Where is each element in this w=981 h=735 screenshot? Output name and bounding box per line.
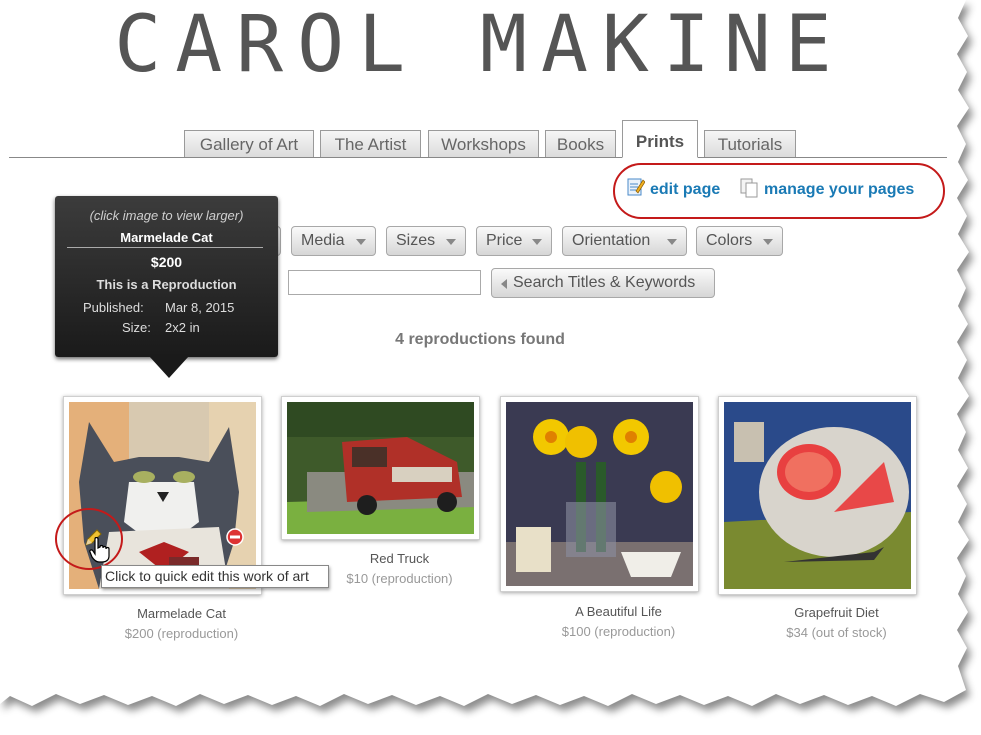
site-title: CAROL MAKINE bbox=[114, 0, 846, 90]
dropdown-arrow-icon bbox=[356, 239, 366, 245]
tooltip-pointer bbox=[149, 356, 189, 378]
search-titles-button[interactable]: Search Titles & Keywords bbox=[491, 268, 715, 298]
dropdown-arrow-icon bbox=[667, 239, 677, 245]
artwork-price-grapefruit-diet: $34 (out of stock) bbox=[786, 625, 887, 640]
quick-edit-tooltip: Click to quick edit this work of art bbox=[101, 565, 329, 588]
dropdown-arrow-icon bbox=[446, 239, 456, 245]
artwork-hover-tooltip: (click image to view larger) Marmelade C… bbox=[55, 196, 278, 378]
tooltip-price: $200 bbox=[150, 254, 183, 270]
arrow-left-icon bbox=[501, 279, 507, 289]
artwork-image-grapefruit-diet[interactable] bbox=[724, 402, 911, 589]
filter-sizes[interactable]: Sizes bbox=[386, 226, 466, 256]
artwork-a-beautiful-life[interactable] bbox=[500, 396, 699, 592]
remove-icon[interactable] bbox=[226, 528, 244, 546]
tooltip-size-value: 2x2 in bbox=[165, 320, 200, 335]
edit-page-icon[interactable] bbox=[627, 177, 645, 197]
tooltip-divider bbox=[67, 247, 263, 248]
artwork-red-truck[interactable] bbox=[281, 396, 480, 540]
artwork-grapefruit-diet[interactable] bbox=[718, 396, 917, 595]
artwork-title-marmelade-cat[interactable]: Marmelade Cat bbox=[63, 606, 300, 621]
tooltip-published-label: Published: bbox=[83, 300, 144, 315]
filter-media[interactable]: Media bbox=[291, 226, 376, 256]
tooltip-title: Marmelade Cat bbox=[120, 230, 213, 245]
tooltip-hint: (click image to view larger) bbox=[89, 208, 244, 223]
tab-tutorials[interactable]: Tutorials bbox=[704, 130, 796, 157]
manage-pages-icon[interactable] bbox=[740, 178, 760, 198]
artwork-image-a-beautiful-life[interactable] bbox=[506, 402, 693, 586]
manage-pages-link[interactable]: manage your pages bbox=[764, 181, 914, 199]
artwork-price-marmelade-cat: $200 (reproduction) bbox=[124, 626, 239, 641]
artwork-title-grapefruit-diet[interactable]: Grapefruit Diet bbox=[718, 605, 955, 620]
edit-page-link[interactable]: edit page bbox=[650, 181, 720, 199]
dropdown-arrow-icon bbox=[763, 239, 773, 245]
search-input[interactable] bbox=[288, 270, 481, 295]
artwork-image-red-truck[interactable] bbox=[287, 402, 474, 534]
artwork-title-a-beautiful-life[interactable]: A Beautiful Life bbox=[500, 604, 737, 619]
page: CAROL MAKINE Gallery of Art The Artist W… bbox=[0, 0, 960, 705]
filter-orientation-label: Orientation bbox=[572, 232, 651, 249]
artwork-title-red-truck[interactable]: Red Truck bbox=[281, 551, 518, 566]
filter-price-label: Price bbox=[486, 232, 523, 249]
search-button-label: Search Titles & Keywords bbox=[513, 274, 696, 291]
tooltip-published-value: Mar 8, 2015 bbox=[165, 300, 235, 315]
tab-gallery-of-art[interactable]: Gallery of Art bbox=[184, 130, 314, 157]
artwork-price-a-beautiful-life: $100 (reproduction) bbox=[561, 624, 676, 639]
filter-media-label: Media bbox=[301, 232, 345, 249]
tab-workshops[interactable]: Workshops bbox=[428, 130, 539, 157]
filter-price[interactable]: Price bbox=[476, 226, 552, 256]
dropdown-arrow-icon bbox=[532, 239, 542, 245]
hand-cursor-icon bbox=[89, 537, 110, 563]
filter-colors-label: Colors bbox=[706, 232, 753, 249]
tooltip-reproduction-note: This is a Reproduction bbox=[96, 277, 237, 292]
tab-prints[interactable]: Prints bbox=[622, 120, 698, 158]
filter-colors[interactable]: Colors bbox=[696, 226, 783, 256]
filter-orientation[interactable]: Orientation bbox=[562, 226, 687, 256]
filter-sizes-label: Sizes bbox=[396, 232, 436, 249]
tab-the-artist[interactable]: The Artist bbox=[320, 130, 421, 157]
tab-books[interactable]: Books bbox=[545, 130, 616, 157]
tooltip-size-label: Size: bbox=[122, 320, 151, 335]
